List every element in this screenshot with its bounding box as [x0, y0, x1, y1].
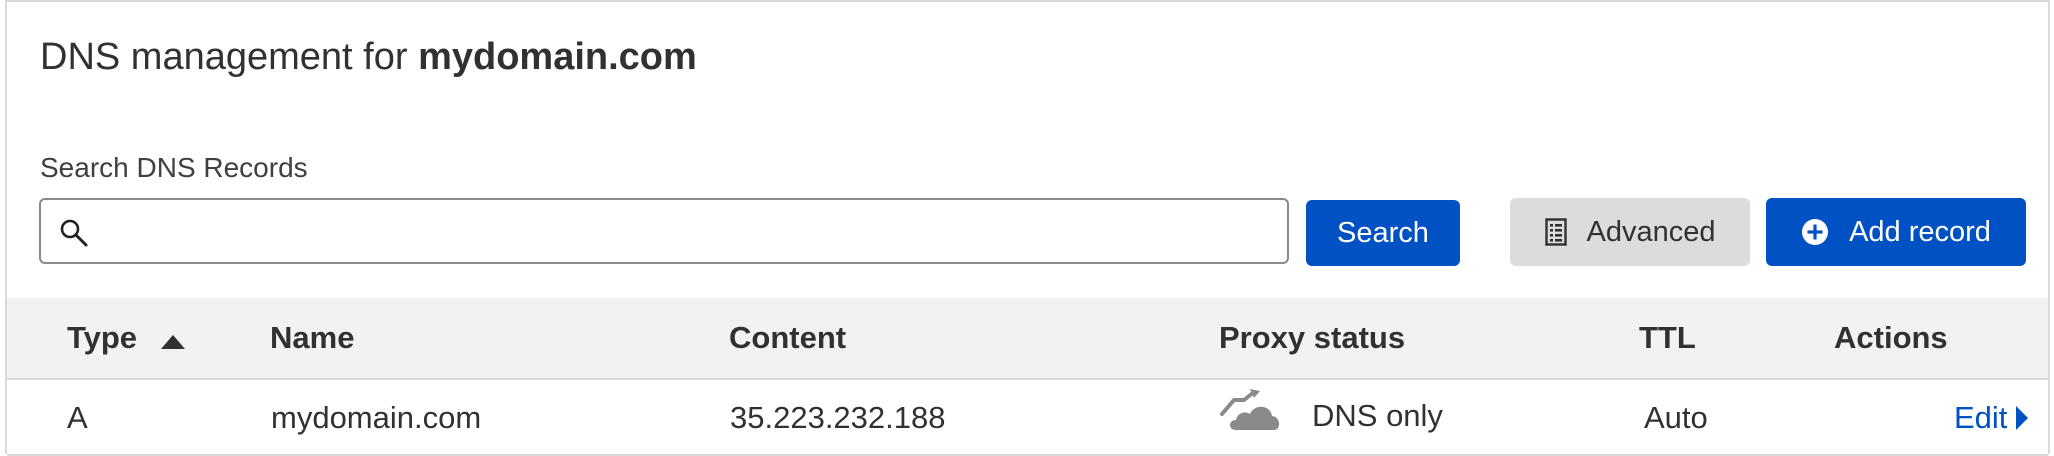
page-title: DNS management for mydomain.com — [40, 36, 697, 79]
column-header-type[interactable]: Type — [67, 320, 186, 358]
caret-right-icon — [2015, 405, 2029, 431]
search-button-label: Search — [1337, 216, 1429, 249]
column-header-name[interactable]: Name — [270, 320, 354, 356]
table-row: A mydomain.com 35.223.232.188 DNS only A… — [7, 380, 2048, 456]
record-proxy-status: DNS only — [1220, 386, 1443, 434]
table-header: Type Name Content Proxy status TTL Actio… — [7, 298, 2048, 380]
document-list-icon — [1544, 218, 1567, 246]
search-button[interactable]: Search — [1306, 200, 1460, 266]
column-header-actions: Actions — [1834, 320, 1948, 355]
search-label: Search DNS Records — [40, 152, 308, 183]
advanced-button-label: Advanced — [1586, 215, 1716, 248]
column-header-ttl[interactable]: TTL — [1639, 320, 1696, 356]
column-header-type-label: Type — [67, 320, 138, 355]
record-ttl: Auto — [1644, 400, 1708, 435]
column-header-content[interactable]: Content — [729, 320, 846, 356]
dns-management-panel: DNS management for mydomain.com Search D… — [5, 0, 2050, 456]
search-field[interactable] — [39, 198, 1289, 264]
page-title-prefix: DNS management for — [40, 36, 408, 78]
add-record-button[interactable]: Add record — [1766, 198, 2026, 266]
record-type: A — [67, 400, 88, 435]
record-content: 35.223.232.188 — [730, 400, 946, 435]
add-record-button-label: Add record — [1849, 215, 1991, 248]
domain-name: mydomain.com — [418, 36, 697, 78]
edit-record-link[interactable]: Edit — [1954, 400, 2029, 436]
search-icon — [59, 218, 89, 248]
column-header-proxy-status: Proxy status — [1219, 320, 1406, 355]
proxy-status-label: DNS only — [1312, 398, 1443, 433]
edit-link-label: Edit — [1954, 400, 2008, 435]
search-input[interactable] — [101, 206, 1275, 258]
advanced-button[interactable]: Advanced — [1510, 198, 1750, 266]
plus-circle-icon — [1801, 218, 1829, 246]
dns-only-cloud-icon — [1220, 388, 1286, 432]
sort-ascending-icon — [160, 322, 186, 358]
record-name: mydomain.com — [271, 400, 482, 435]
